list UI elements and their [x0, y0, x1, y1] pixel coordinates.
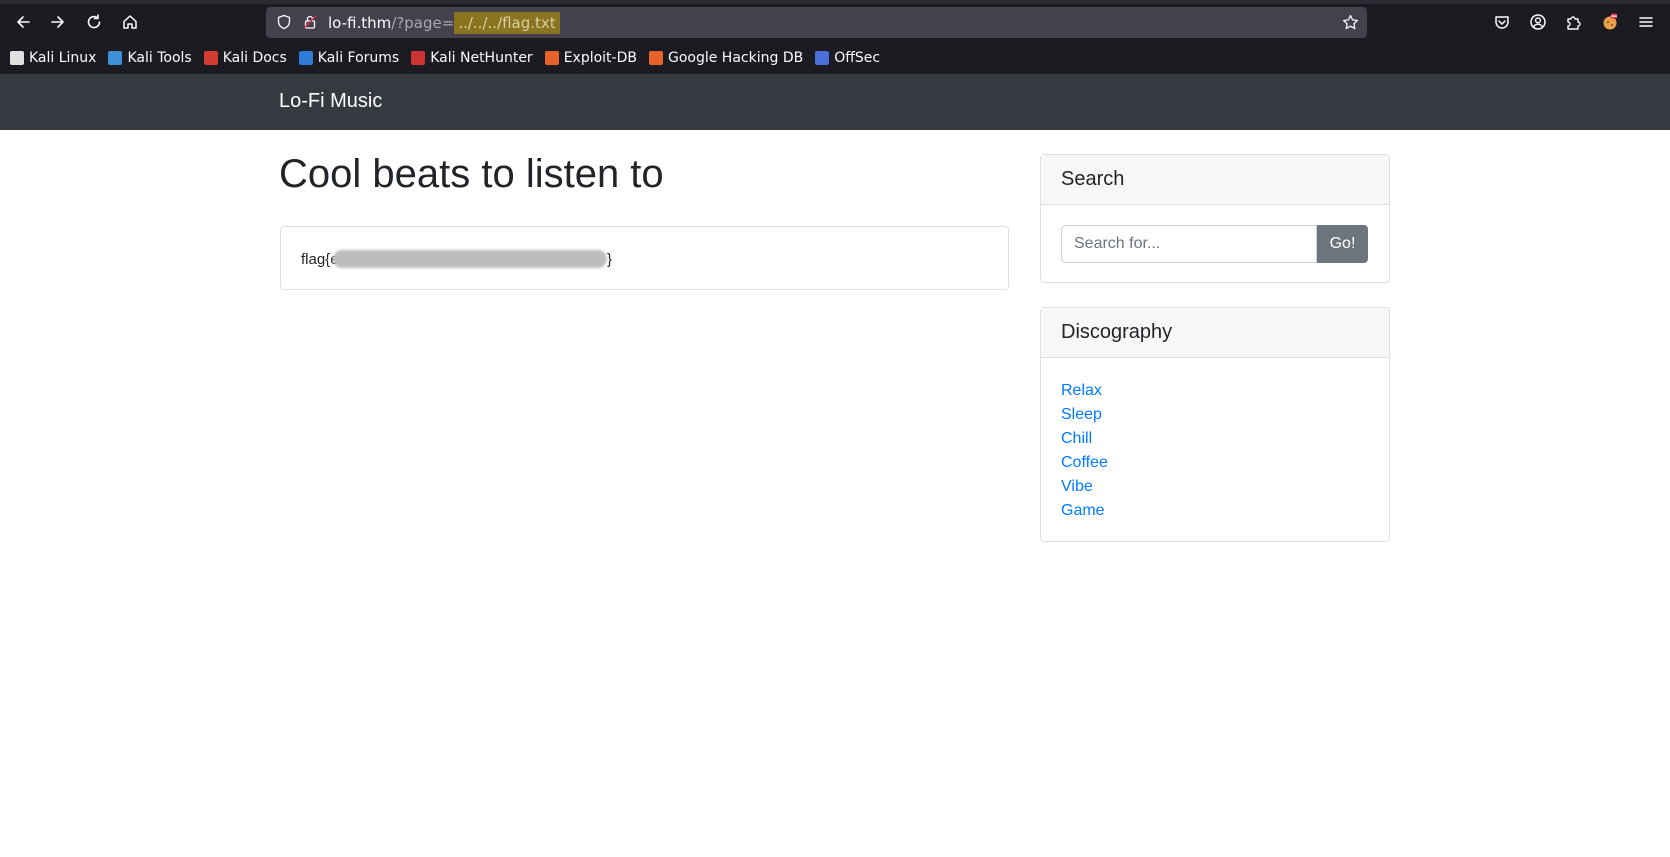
bookmark-label: Exploit-DB	[563, 50, 637, 66]
bookmark-kali-docs[interactable]: Kali Docs	[203, 50, 287, 66]
puzzle-icon	[1567, 16, 1581, 30]
kali-linux-favicon-icon	[10, 51, 24, 65]
reload-icon	[87, 14, 101, 29]
pocket-button[interactable]	[1487, 8, 1517, 36]
bookmark-label: Google Hacking DB	[667, 50, 804, 66]
list-item: Vibe	[1061, 475, 1108, 499]
discography-list: Relax Sleep Chill Coffee Vibe Game	[1061, 379, 1108, 523]
search-card: Search Go!	[1040, 154, 1390, 283]
url-query-highlight: ../../../flag.txt	[454, 12, 560, 34]
pocket-icon	[1495, 16, 1509, 29]
ghdb-favicon-icon	[648, 51, 663, 65]
extensions-button[interactable]	[1559, 8, 1589, 36]
bookmark-label: Kali Tools	[127, 50, 192, 66]
discography-link-chill[interactable]: Chill	[1061, 430, 1092, 447]
bookmark-label: Kali NetHunter	[430, 50, 533, 66]
arrow-right-icon	[51, 16, 64, 28]
kali-docs-favicon-icon	[203, 51, 218, 65]
list-item: Game	[1061, 499, 1108, 523]
arrow-left-icon	[17, 16, 30, 28]
kali-forums-favicon-icon	[298, 51, 313, 65]
bookmark-label: Kali Docs	[222, 50, 287, 66]
discography-link-coffee[interactable]: Coffee	[1061, 454, 1108, 471]
url-query: /?page=	[391, 14, 455, 32]
site-navbar: Lo-Fi Music	[0, 74, 1670, 130]
site-brand-link[interactable]: Lo-Fi Music	[279, 90, 382, 113]
insecure-lock-icon[interactable]	[302, 14, 318, 30]
bookmark-label: OffSec	[834, 50, 881, 66]
url-bar[interactable]: lo-fi.thm/?page= ../../../flag.txt	[266, 7, 1367, 38]
discography-link-vibe[interactable]: Vibe	[1061, 478, 1093, 495]
list-item: Sleep	[1061, 403, 1108, 427]
search-input[interactable]	[1061, 225, 1317, 263]
discography-card-title: Discography	[1041, 308, 1389, 358]
menu-button[interactable]	[1631, 8, 1661, 36]
home-button[interactable]	[115, 8, 145, 36]
browser-chrome: lo-fi.thm/?page= ../../../flag.txt Kali L…	[0, 0, 1670, 74]
reload-button[interactable]	[79, 8, 109, 36]
shield-icon[interactable]	[276, 14, 292, 30]
bookmark-kali-forums[interactable]: Kali Forums	[298, 50, 400, 66]
bookmarks-toolbar: Kali Linux Kali Tools Kali Docs Kali For…	[0, 44, 1670, 72]
page-heading: Cool beats to listen to	[279, 152, 664, 196]
bookmark-google-hacking-db[interactable]: Google Hacking DB	[648, 50, 804, 66]
redaction-blur	[333, 250, 607, 268]
bookmark-kali-tools[interactable]: Kali Tools	[108, 50, 192, 66]
hamburger-menu-icon	[1639, 17, 1653, 27]
discography-link-sleep[interactable]: Sleep	[1061, 406, 1102, 423]
url-text[interactable]: lo-fi.thm/?page= ../../../flag.txt	[328, 12, 560, 34]
list-item: Coffee	[1061, 451, 1108, 475]
offsec-favicon-icon	[815, 51, 830, 65]
tab-strip	[0, 0, 1670, 4]
home-icon	[123, 15, 137, 29]
url-host: lo-fi.thm	[328, 14, 392, 32]
bookmark-label: Kali Linux	[29, 50, 97, 66]
search-go-button[interactable]: Go!	[1317, 225, 1368, 263]
kali-tools-favicon-icon	[108, 51, 123, 65]
search-card-title: Search	[1041, 155, 1389, 205]
discography-link-game[interactable]: Game	[1061, 502, 1105, 519]
bookmark-kali-linux[interactable]: Kali Linux	[10, 50, 96, 66]
cookie-extension-button[interactable]	[1595, 8, 1625, 36]
back-button[interactable]	[8, 8, 38, 36]
discography-link-relax[interactable]: Relax	[1061, 382, 1102, 399]
bookmark-star-icon[interactable]	[1342, 14, 1359, 31]
cookie-icon	[1603, 13, 1617, 30]
account-button[interactable]	[1523, 8, 1553, 36]
discography-card: Discography Relax Sleep Chill Coffee Vib…	[1040, 307, 1390, 542]
list-item: Chill	[1061, 427, 1108, 451]
flag-card: flag{e }	[280, 226, 1009, 290]
flag-text-suffix: }	[607, 251, 613, 268]
bookmark-offsec[interactable]: OffSec	[815, 50, 880, 66]
bookmark-kali-nethunter[interactable]: Kali NetHunter	[411, 50, 533, 66]
bookmark-exploit-db[interactable]: Exploit-DB	[544, 50, 637, 66]
kali-nethunter-favicon-icon	[411, 51, 426, 65]
forward-button[interactable]	[43, 8, 73, 36]
exploit-db-favicon-icon	[544, 51, 559, 65]
list-item: Relax	[1061, 379, 1108, 403]
bookmark-label: Kali Forums	[317, 50, 400, 66]
account-icon	[1530, 14, 1546, 30]
